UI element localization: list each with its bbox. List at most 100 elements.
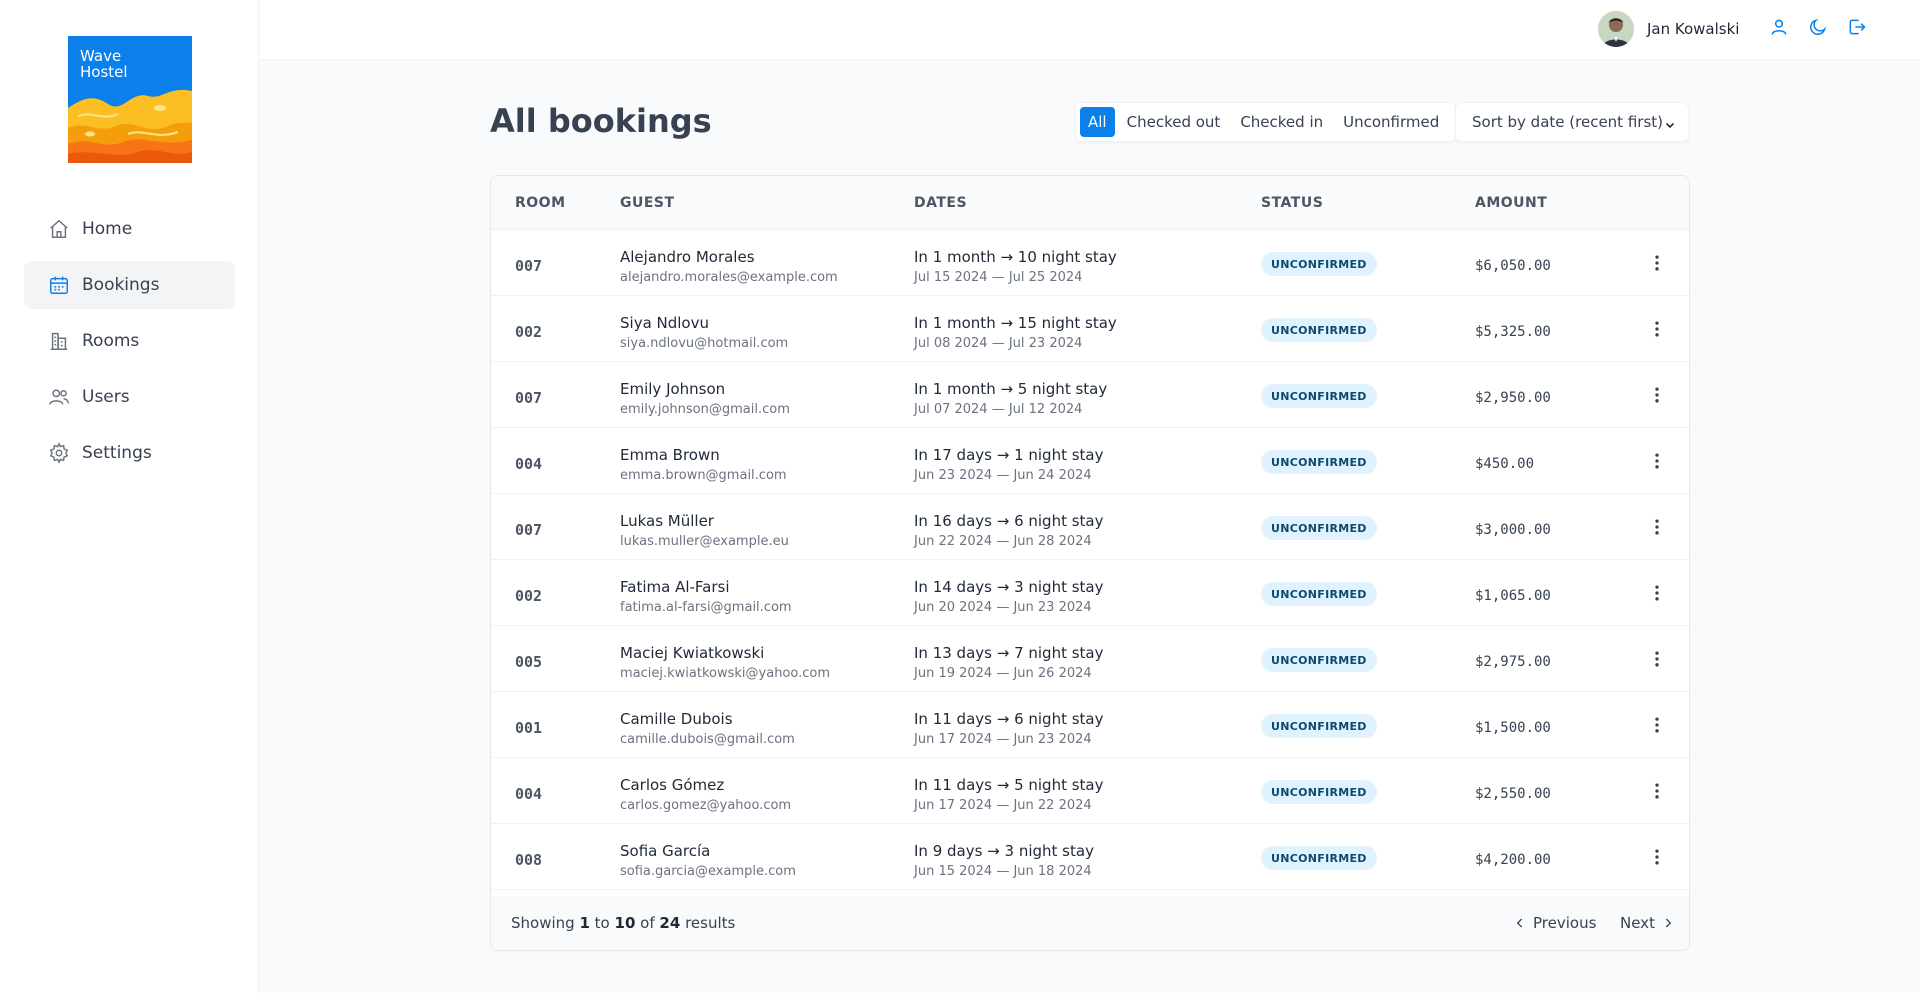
sidebar-item-bookings[interactable]: Bookings	[24, 261, 235, 309]
row-actions-button[interactable]	[1645, 515, 1669, 539]
hostel-logo[interactable]: Wave Hostel	[68, 36, 192, 163]
stay-summary: In 11 days → 5 night stay	[914, 776, 1104, 794]
stay-date-range: Jun 17 2024 — Jun 23 2024	[914, 732, 1092, 747]
row-actions-button[interactable]	[1645, 581, 1669, 605]
row-actions-button[interactable]	[1645, 251, 1669, 275]
more-vertical-icon	[1647, 847, 1667, 867]
chevron-down-icon	[1664, 117, 1676, 135]
table-row[interactable]: 008 Sofia García sofia.garcia@example.com I…	[491, 824, 1689, 890]
sidebar-item-settings[interactable]: Settings	[24, 429, 235, 477]
user-profile-button[interactable]	[1768, 18, 1790, 40]
table-row[interactable]: 005 Maciej Kwiatkowski maciej.kwiatkowski@…	[491, 626, 1689, 692]
stay-summary: In 9 days → 3 night stay	[914, 842, 1094, 860]
guest-name: Fatima Al-Farsi	[620, 578, 730, 596]
sidebar-item-users[interactable]: Users	[24, 373, 235, 421]
avatar[interactable]	[1598, 11, 1634, 47]
sidebar-item-label: Users	[82, 387, 130, 407]
table-row[interactable]: 007 Emily Johnson emily.johnson@gmail.com I…	[491, 362, 1689, 428]
guest-email: emily.johnson@gmail.com	[620, 402, 790, 417]
column-header-room: ROOM	[515, 195, 566, 211]
page-title: All bookings	[490, 102, 712, 140]
guest-name: Emily Johnson	[620, 380, 726, 398]
guest-email: alejandro.morales@example.com	[620, 270, 838, 285]
booking-amount: $6,050.00	[1475, 258, 1551, 274]
stay-date-range: Jul 08 2024 — Jul 23 2024	[914, 336, 1083, 351]
table-row[interactable]: 004 Carlos Gómez carlos.gomez@yahoo.com In …	[491, 758, 1689, 824]
status-badge: UNCONFIRMED	[1261, 648, 1377, 672]
booking-amount: $3,000.00	[1475, 522, 1551, 538]
table-row[interactable]: 002 Fatima Al-Farsi fatima.al-farsi@gmail.…	[491, 560, 1689, 626]
logout-button[interactable]	[1846, 18, 1868, 40]
row-actions-button[interactable]	[1645, 383, 1669, 407]
stay-summary: In 17 days → 1 night stay	[914, 446, 1104, 464]
filter-checked-out-button[interactable]: Checked out	[1119, 107, 1229, 137]
more-vertical-icon	[1647, 715, 1667, 735]
stay-summary: In 1 month → 5 night stay	[914, 380, 1108, 398]
stay-summary: In 16 days → 6 night stay	[914, 512, 1104, 530]
filter-checked-in-button[interactable]: Checked in	[1232, 107, 1331, 137]
table-row[interactable]: 007 Lukas Müller lukas.muller@example.eu In…	[491, 494, 1689, 560]
status-badge: UNCONFIRMED	[1261, 252, 1377, 276]
next-page-button[interactable]: Next	[1620, 914, 1675, 932]
row-actions-button[interactable]	[1645, 647, 1669, 671]
stay-date-range: Jul 07 2024 — Jul 12 2024	[914, 402, 1083, 417]
booking-amount: $4,200.00	[1475, 852, 1551, 868]
stay-date-range: Jun 20 2024 — Jun 23 2024	[914, 600, 1092, 615]
moon-icon	[1808, 17, 1828, 41]
table-row[interactable]: 002 Siya Ndlovu siya.ndlovu@hotmail.com In …	[491, 296, 1689, 362]
calendar-icon	[48, 274, 70, 296]
booking-amount: $1,500.00	[1475, 720, 1551, 736]
filter-all-button[interactable]: All	[1080, 107, 1115, 137]
users-icon	[48, 386, 70, 408]
dark-mode-toggle[interactable]	[1807, 18, 1829, 40]
row-actions-button[interactable]	[1645, 713, 1669, 737]
status-badge: UNCONFIRMED	[1261, 450, 1377, 474]
sidebar-item-label: Home	[82, 219, 133, 239]
status-badge: UNCONFIRMED	[1261, 582, 1377, 606]
column-header-guest: GUEST	[620, 195, 675, 211]
more-vertical-icon	[1647, 781, 1667, 801]
previous-page-button[interactable]: Previous	[1513, 914, 1596, 932]
row-actions-button[interactable]	[1645, 845, 1669, 869]
guest-name: Maciej Kwiatkowski	[620, 644, 765, 662]
bookings-table: ROOM GUEST DATES STATUS AMOUNT 007 Alejan…	[490, 175, 1690, 951]
guest-name: Sofia García	[620, 842, 711, 860]
room-number: 007	[515, 521, 543, 539]
row-actions-button[interactable]	[1645, 317, 1669, 341]
table-footer: Showing 1 to 10 of 24 results Previous N…	[491, 896, 1689, 950]
status-badge: UNCONFIRMED	[1261, 384, 1377, 408]
guest-email: siya.ndlovu@hotmail.com	[620, 336, 789, 351]
table-row[interactable]: 004 Emma Brown emma.brown@gmail.com In 17 d…	[491, 428, 1689, 494]
logo-text: Wave Hostel	[80, 47, 128, 81]
user-name: Jan Kowalski	[1647, 20, 1740, 38]
guest-email: emma.brown@gmail.com	[620, 468, 787, 483]
stay-date-range: Jun 19 2024 — Jun 26 2024	[914, 666, 1092, 681]
more-vertical-icon	[1647, 319, 1667, 339]
status-badge: UNCONFIRMED	[1261, 780, 1377, 804]
table-row[interactable]: 007 Alejandro Morales alejandro.morales@ex…	[491, 230, 1689, 296]
column-header-dates: DATES	[914, 195, 968, 211]
row-actions-button[interactable]	[1645, 779, 1669, 803]
guest-name: Carlos Gómez	[620, 776, 725, 794]
row-actions-button[interactable]	[1645, 449, 1669, 473]
user-icon	[1769, 17, 1789, 41]
sidebar-item-home[interactable]: Home	[24, 205, 235, 253]
stay-summary: In 1 month → 15 night stay	[914, 314, 1117, 332]
guest-name: Camille Dubois	[620, 710, 733, 728]
room-number: 001	[515, 719, 543, 737]
stay-date-range: Jun 23 2024 — Jun 24 2024	[914, 468, 1092, 483]
filter-unconfirmed-button[interactable]: Unconfirmed	[1335, 107, 1447, 137]
sidebar-item-rooms[interactable]: Rooms	[24, 317, 235, 365]
table-row[interactable]: 001 Camille Dubois camille.dubois@gmail.co…	[491, 692, 1689, 758]
sidebar-item-label: Settings	[82, 443, 152, 463]
more-vertical-icon	[1647, 517, 1667, 537]
guest-name: Siya Ndlovu	[620, 314, 709, 332]
chevron-right-icon	[1661, 916, 1675, 930]
status-badge: UNCONFIRMED	[1261, 318, 1377, 342]
guest-name: Lukas Müller	[620, 512, 714, 530]
room-number: 008	[515, 851, 543, 869]
stay-summary: In 1 month → 10 night stay	[914, 248, 1117, 266]
room-number: 007	[515, 257, 543, 275]
sort-select[interactable]: Sort by date (recent first)	[1455, 102, 1689, 142]
room-number: 007	[515, 389, 543, 407]
